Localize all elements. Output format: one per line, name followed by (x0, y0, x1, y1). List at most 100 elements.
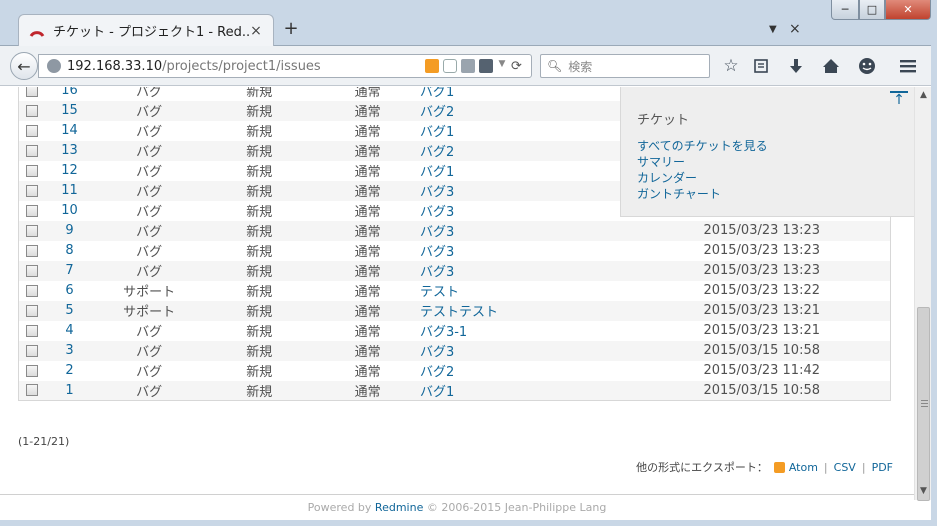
row-checkbox[interactable] (25, 244, 38, 257)
row-checkbox[interactable] (25, 384, 38, 397)
export-csv-link[interactable]: CSV (834, 461, 856, 474)
issue-subject-link[interactable]: バグ3 (419, 220, 704, 241)
row-checkbox[interactable] (25, 304, 38, 317)
sidebar-link-calendar[interactable]: カレンダー (637, 170, 914, 186)
row-checkbox[interactable] (25, 224, 38, 237)
close-tab-icon[interactable]: × (789, 21, 801, 37)
row-checkbox-cell (18, 340, 45, 361)
new-tab-button[interactable]: + (282, 19, 300, 39)
issue-status: 新規 (203, 280, 316, 301)
issue-subject-link[interactable]: バグ3-1 (419, 320, 704, 341)
issue-id-link[interactable]: 10 (44, 200, 95, 221)
hello-chat-icon[interactable] (857, 56, 877, 76)
row-checkbox[interactable] (25, 264, 38, 277)
issue-id-link[interactable]: 2 (44, 360, 95, 381)
rss-feed-icon[interactable] (425, 59, 439, 73)
issue-id-link[interactable]: 16 (44, 87, 95, 101)
table-row[interactable]: 1 バグ 新規 通常 バグ1 2015/03/15 10:58 (18, 380, 891, 401)
row-checkbox-cell (18, 200, 45, 221)
table-row[interactable]: 9 バグ 新規 通常 バグ3 2015/03/23 13:23 (18, 220, 891, 241)
issue-id-link[interactable]: 1 (44, 380, 95, 401)
sidebar-link-gantt[interactable]: ガントチャート (637, 186, 914, 202)
footer-redmine-link[interactable]: Redmine (375, 501, 423, 514)
download-icon[interactable] (786, 56, 806, 76)
issue-subject-link[interactable]: バグ1 (419, 380, 704, 401)
history-dropdown-icon[interactable]: ▼ (497, 59, 507, 73)
row-checkbox[interactable] (25, 344, 38, 357)
scroll-up-arrow-icon[interactable]: ▲ (915, 87, 932, 104)
menu-icon[interactable] (898, 56, 918, 76)
issue-updated: 2015/03/23 13:22 (703, 280, 891, 301)
export-atom-link[interactable]: Atom (789, 461, 818, 474)
row-checkbox[interactable] (25, 164, 38, 177)
issue-id-link[interactable]: 15 (44, 100, 95, 121)
row-checkbox-cell (18, 320, 45, 341)
issue-subject-link[interactable]: テスト (419, 280, 704, 301)
row-checkbox[interactable] (25, 144, 38, 157)
row-checkbox[interactable] (25, 184, 38, 197)
window-border-bottom (0, 520, 937, 526)
issue-priority: 通常 (315, 200, 420, 221)
reader-icon[interactable] (461, 59, 475, 73)
tab-close-icon[interactable]: × (249, 23, 263, 39)
issue-id-link[interactable]: 8 (44, 240, 95, 261)
bookmarks-list-icon[interactable] (751, 56, 771, 76)
issue-status: 新規 (203, 180, 316, 201)
url-bar[interactable]: 192.168.33.10 /projects/project1/issues … (38, 54, 532, 78)
sidebar-link-all-issues[interactable]: すべてのチケットを見る (637, 138, 914, 154)
issue-subject-link[interactable]: テストテスト (419, 300, 704, 321)
issue-id-link[interactable]: 13 (44, 140, 95, 161)
tab-list-icon[interactable]: ▼ (769, 24, 777, 35)
search-placeholder: 検索 (568, 59, 593, 74)
atom-feed-icon (773, 461, 785, 473)
issue-status: 新規 (203, 360, 316, 381)
search-bar[interactable]: 🔍︎ 検索 (540, 54, 710, 78)
vertical-scrollbar[interactable]: ▲ ▼ (914, 87, 932, 501)
issue-subject-link[interactable]: バグ2 (419, 360, 704, 381)
issue-id-link[interactable]: 4 (44, 320, 95, 341)
row-checkbox[interactable] (25, 364, 38, 377)
issue-id-link[interactable]: 14 (44, 120, 95, 141)
row-checkbox[interactable] (25, 324, 38, 337)
screenshot-icon[interactable] (479, 59, 493, 73)
issue-subject-link[interactable]: バグ3 (419, 340, 704, 361)
maximize-button[interactable]: □ (859, 0, 885, 20)
issue-id-link[interactable]: 6 (44, 280, 95, 301)
issue-id-link[interactable]: 12 (44, 160, 95, 181)
issue-id-link[interactable]: 3 (44, 340, 95, 361)
scroll-down-arrow-icon[interactable]: ▼ (915, 483, 932, 500)
issue-id-link[interactable]: 9 (44, 220, 95, 241)
close-window-button[interactable]: ✕ (885, 0, 931, 20)
bookmark-star-icon[interactable]: ☆ (721, 56, 741, 76)
minimize-button[interactable]: ─ (831, 0, 859, 20)
issue-id-link[interactable]: 11 (44, 180, 95, 201)
sidebar-link-summary[interactable]: サマリー (637, 154, 914, 170)
table-row[interactable]: 7 バグ 新規 通常 バグ3 2015/03/23 13:23 (18, 260, 891, 281)
row-checkbox[interactable] (25, 204, 38, 217)
pocket-icon[interactable] (443, 59, 457, 73)
scrollbar-thumb[interactable] (917, 307, 930, 501)
home-icon[interactable] (821, 56, 841, 76)
issue-id-link[interactable]: 7 (44, 260, 95, 281)
table-row[interactable]: 2 バグ 新規 通常 バグ2 2015/03/23 11:42 (18, 360, 891, 381)
back-button[interactable]: ← (10, 52, 38, 80)
row-checkbox[interactable] (25, 124, 38, 137)
row-checkbox[interactable] (25, 104, 38, 117)
issue-priority: 通常 (315, 260, 420, 281)
reload-icon[interactable]: ⟳ (511, 59, 525, 74)
row-checkbox[interactable] (25, 87, 38, 97)
issue-subject-link[interactable]: バグ3 (419, 240, 704, 261)
row-checkbox-cell (18, 87, 45, 101)
row-checkbox[interactable] (25, 284, 38, 297)
browser-tab[interactable]: チケット - プロジェクト1 - Red... × (18, 14, 274, 46)
issue-id-link[interactable]: 5 (44, 300, 95, 321)
scroll-to-top-icon[interactable]: ↑ (890, 91, 908, 107)
table-row[interactable]: 6 サポート 新規 通常 テスト 2015/03/23 13:22 (18, 280, 891, 301)
table-row[interactable]: 8 バグ 新規 通常 バグ3 2015/03/23 13:23 (18, 240, 891, 261)
table-row[interactable]: 3 バグ 新規 通常 バグ3 2015/03/15 10:58 (18, 340, 891, 361)
table-row[interactable]: 4 バグ 新規 通常 バグ3-1 2015/03/23 13:21 (18, 320, 891, 341)
issue-tracker: バグ (94, 200, 204, 221)
export-pdf-link[interactable]: PDF (872, 461, 893, 474)
issue-subject-link[interactable]: バグ3 (419, 260, 704, 281)
table-row[interactable]: 5 サポート 新規 通常 テストテスト 2015/03/23 13:21 (18, 300, 891, 321)
